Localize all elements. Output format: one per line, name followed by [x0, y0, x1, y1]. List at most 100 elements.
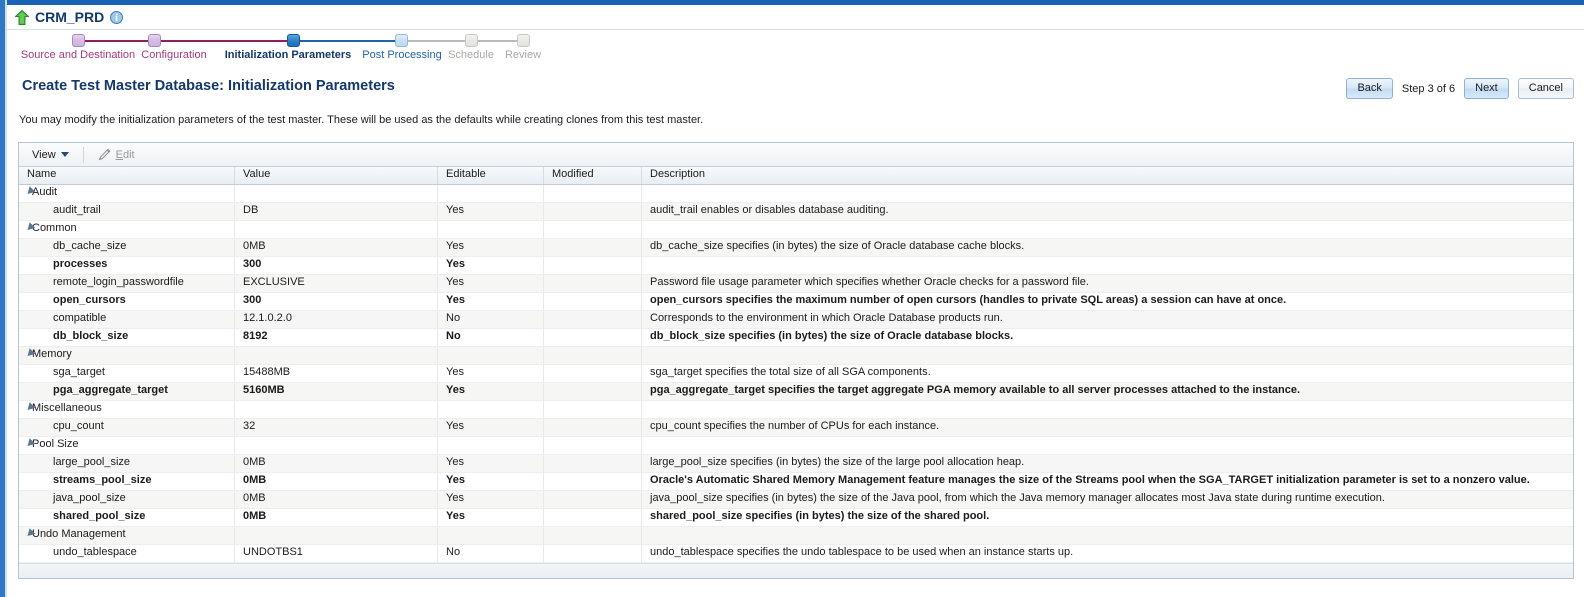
cell-description: [642, 401, 1573, 418]
cell-modified: [544, 509, 642, 526]
train-label-post-processing[interactable]: Post Processing: [362, 49, 441, 61]
grid-group-row[interactable]: Audit: [19, 185, 1573, 203]
cell-description: open_cursors specifies the maximum numbe…: [650, 294, 1287, 306]
cell-modified: [544, 275, 642, 292]
table-row[interactable]: java_pool_size 0MB Yes java_pool_size speci…: [19, 491, 1573, 509]
cell-description: Oracle's Automatic Shared Memory Managem…: [650, 474, 1530, 486]
train-labels: Source and Destination Configuration Ini…: [8, 49, 548, 67]
grid-group-row[interactable]: Memory: [19, 347, 1573, 365]
table-row[interactable]: db_block_size 8192 No db_block_size specifi…: [19, 329, 1573, 347]
table-row[interactable]: open_cursors 300 Yes open_cursors specifies…: [19, 293, 1573, 311]
column-header-name[interactable]: Name: [19, 167, 235, 184]
table-row[interactable]: compatible 12.1.0.2.0 No Corresponds to the…: [19, 311, 1573, 329]
table-row[interactable]: cpu_count 32 Yes cpu_count specifies the nu…: [19, 419, 1573, 437]
cell-name: java_pool_size: [19, 491, 235, 508]
table-row[interactable]: db_cache_size 0MB Yes db_cache_size specifi…: [19, 239, 1573, 257]
cell-editable: Yes: [438, 473, 544, 490]
cell-editable: [438, 347, 544, 364]
next-button[interactable]: Next: [1464, 78, 1509, 99]
train-node-initialization-parameters[interactable]: [287, 34, 300, 47]
train-connector-3: [300, 40, 395, 42]
cell-modified: [544, 311, 642, 328]
train-label-configuration[interactable]: Configuration: [141, 49, 206, 61]
cell-modified: [544, 347, 642, 364]
group-label: Undo Management: [32, 528, 126, 540]
cell-description: cpu_count specifies the number of CPUs f…: [650, 420, 940, 432]
table-row[interactable]: remote_login_passwordfile EXCLUSIVE Yes Pas…: [19, 275, 1573, 293]
train-node-configuration[interactable]: [148, 34, 161, 47]
cell-name: remote_login_passwordfile: [19, 275, 235, 292]
cell-editable: Yes: [438, 383, 544, 400]
cell-name: large_pool_size: [19, 455, 235, 472]
cell-modified: [544, 455, 642, 472]
pencil-icon: [98, 148, 111, 161]
edit-accesskey: E: [115, 148, 123, 161]
page-title: Create Test Master Database: Initializat…: [22, 78, 395, 94]
table-row[interactable]: large_pool_size 0MB Yes large_pool_size spe…: [19, 455, 1573, 473]
grid-group-row[interactable]: Miscellaneous: [19, 401, 1573, 419]
table-row[interactable]: shared_pool_size 0MB Yes shared_pool_size s…: [19, 509, 1573, 527]
cell-modified: [544, 419, 642, 436]
cell-name: Undo Management: [19, 527, 235, 544]
cell-value: 15488MB: [235, 365, 438, 382]
grid-group-row[interactable]: Pool Size: [19, 437, 1573, 455]
cell-editable: [438, 185, 544, 202]
cell-name: Memory: [19, 347, 235, 364]
train-nodes: [8, 31, 548, 51]
cell-name: Audit: [19, 185, 235, 202]
title-row: Create Test Master Database: Initializat…: [0, 78, 1584, 106]
train-connector-1: [85, 40, 148, 42]
column-header-editable[interactable]: Editable: [438, 167, 544, 184]
cell-modified: [544, 239, 642, 256]
cell-modified: [544, 203, 642, 220]
table-row[interactable]: pga_aggregate_target 5160MB Yes pga_aggrega…: [19, 383, 1573, 401]
view-menu-button[interactable]: View: [25, 146, 76, 164]
cell-value: 8192: [235, 329, 438, 346]
train-label-source-and-destination[interactable]: Source and Destination: [21, 49, 135, 61]
train-node-review: [517, 34, 530, 47]
table-row[interactable]: streams_pool_size 0MB Yes Oracle's Automati…: [19, 473, 1573, 491]
cell-editable: [438, 527, 544, 544]
cell-name: audit_trail: [19, 203, 235, 220]
cell-value: [235, 401, 438, 418]
cell-description: [642, 347, 1573, 364]
cell-modified: [544, 491, 642, 508]
cell-description: db_block_size specifies (in bytes) the s…: [650, 330, 1014, 342]
cell-description: [642, 437, 1573, 454]
table-row[interactable]: processes 300 Yes: [19, 257, 1573, 275]
step-indicator: Step 3 of 6: [1401, 82, 1456, 95]
table-row[interactable]: audit_trail DB Yes audit_trail enables or d…: [19, 203, 1573, 221]
grid-group-row[interactable]: Common: [19, 221, 1573, 239]
cell-modified: [544, 527, 642, 544]
cell-description: [642, 527, 1573, 544]
cell-value: DB: [235, 203, 438, 220]
table-row[interactable]: undo_tablespace UNDOTBS1 No undo_tablespace…: [19, 545, 1573, 563]
edit-button[interactable]: Edit: [91, 146, 142, 164]
group-label: Audit: [32, 186, 58, 198]
cell-editable: Yes: [438, 203, 544, 220]
cell-editable: Yes: [438, 239, 544, 256]
cell-description: undo_tablespace specifies the undo table…: [650, 546, 1074, 558]
train-node-source-and-destination[interactable]: [72, 34, 85, 47]
column-header-modified[interactable]: Modified: [544, 167, 642, 184]
cell-name: undo_tablespace: [19, 545, 235, 562]
column-header-value[interactable]: Value: [235, 167, 438, 184]
back-button[interactable]: Back: [1346, 78, 1393, 99]
up-arrow-icon[interactable]: [14, 9, 30, 25]
cell-description: shared_pool_size specifies (in bytes) th…: [650, 510, 990, 522]
column-header-description[interactable]: Description: [642, 167, 1573, 184]
cancel-button[interactable]: Cancel: [1517, 78, 1574, 99]
grid-group-row[interactable]: Undo Management: [19, 527, 1573, 545]
grid-toolbar: View Edit: [19, 143, 1573, 167]
chevron-down-icon: [60, 152, 69, 157]
info-icon[interactable]: [110, 10, 124, 24]
cell-editable: Yes: [438, 455, 544, 472]
cell-editable: Yes: [438, 275, 544, 292]
page-instructions: You may modify the initialization parame…: [19, 114, 704, 126]
cell-name: Common: [19, 221, 235, 238]
cell-value: 300: [235, 293, 438, 310]
group-label: Common: [32, 222, 77, 234]
table-row[interactable]: sga_target 15488MB Yes sga_target specifies…: [19, 365, 1573, 383]
cell-modified: [544, 293, 642, 310]
train-node-post-processing[interactable]: [395, 34, 408, 47]
